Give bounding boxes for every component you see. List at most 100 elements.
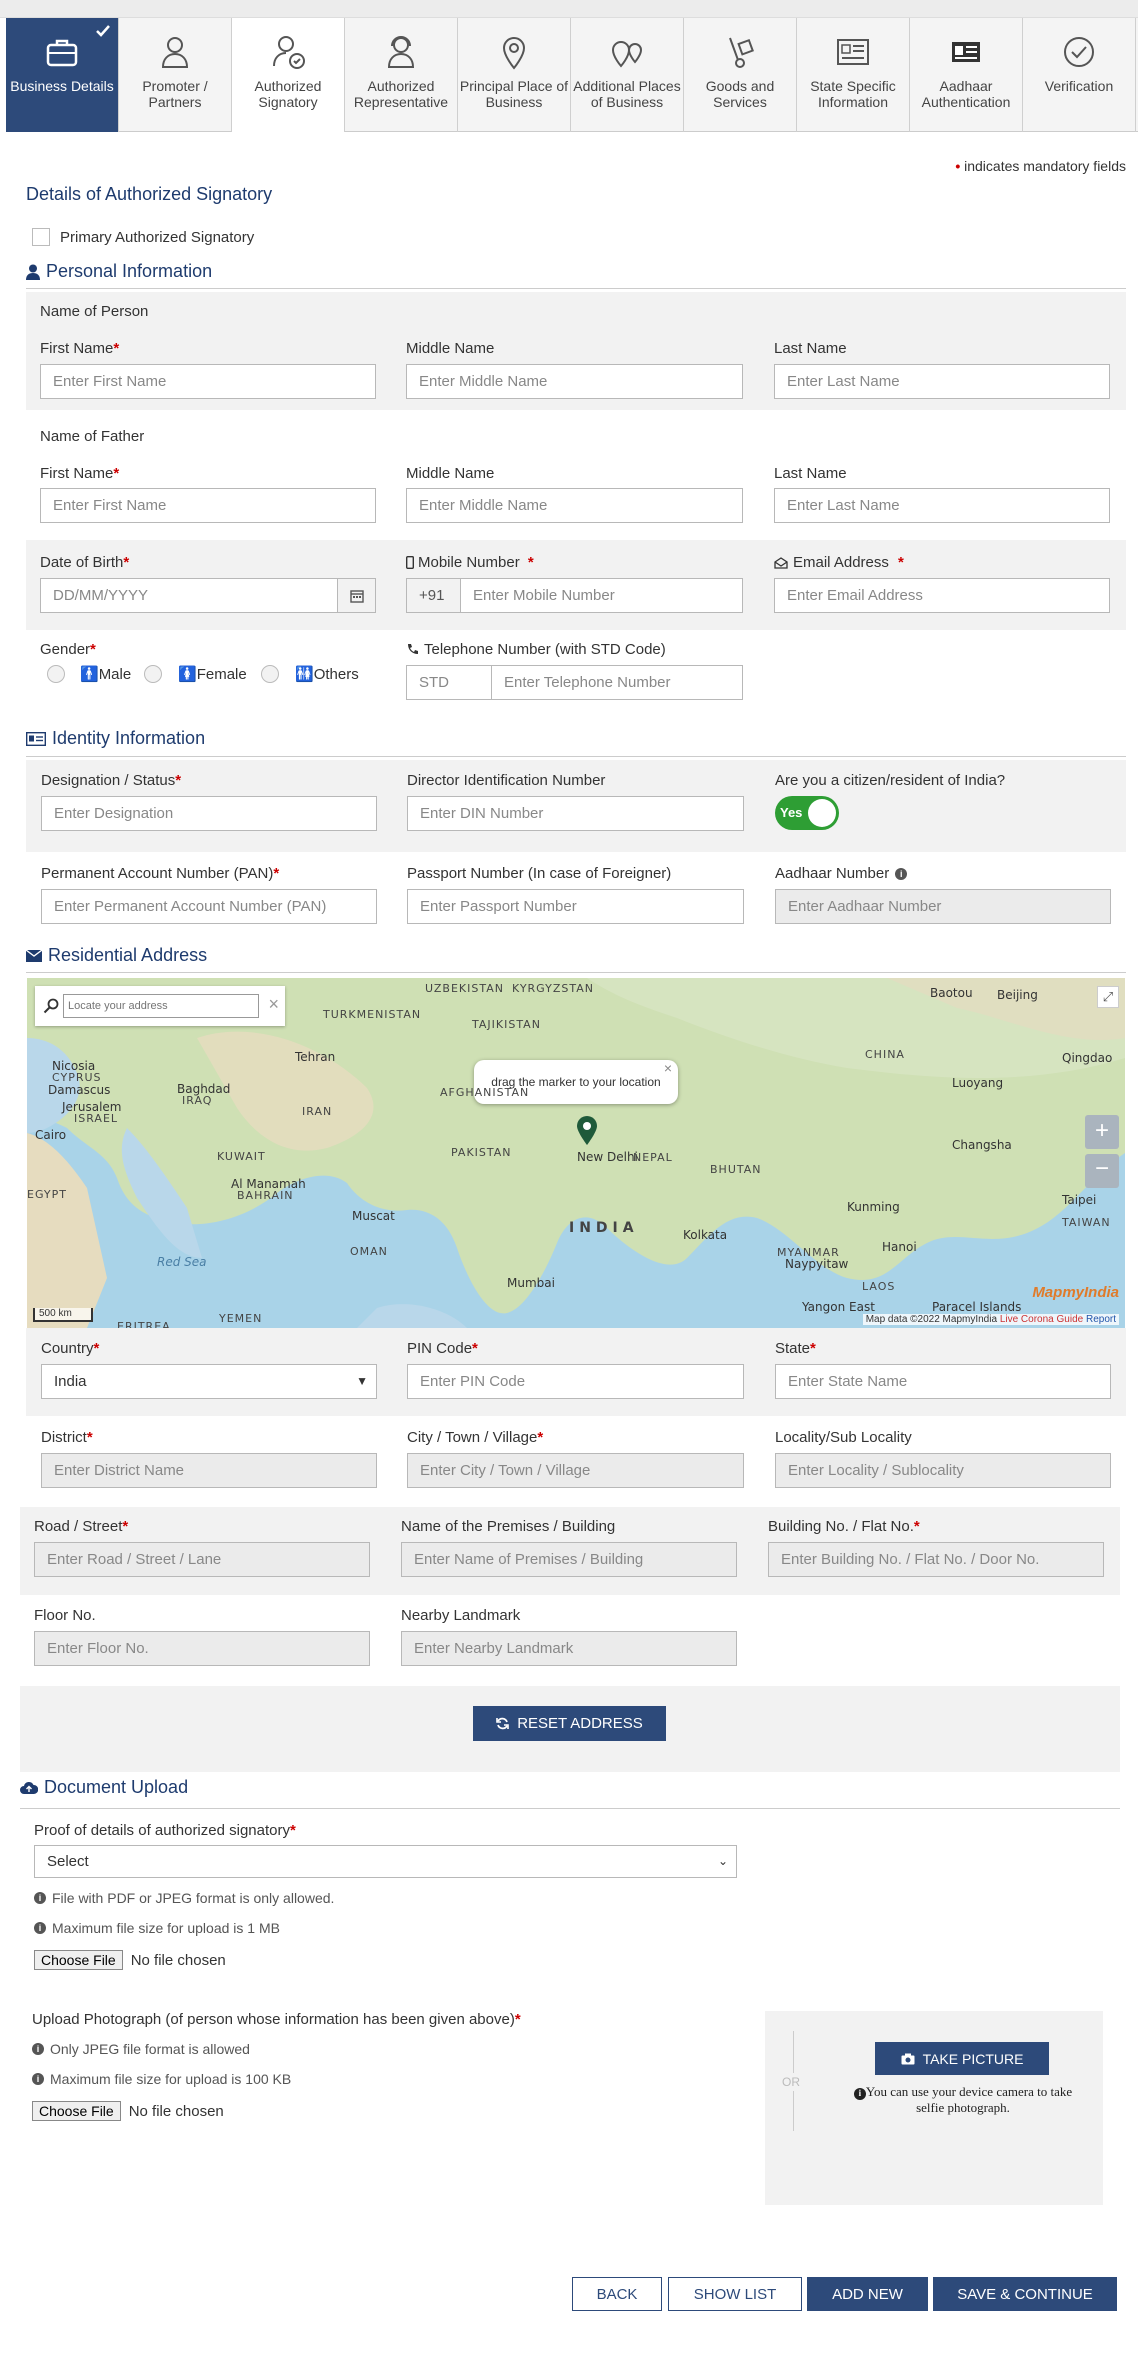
photo-file-input[interactable]: Choose File No file chosen bbox=[32, 2101, 224, 2121]
step-business-details[interactable]: Business Details bbox=[6, 18, 119, 132]
map-pin-icon bbox=[502, 37, 526, 70]
state-label: State* bbox=[775, 1340, 816, 1357]
father-middle-name-input[interactable]: Enter Middle Name bbox=[406, 488, 743, 523]
gender-others-radio[interactable] bbox=[261, 665, 279, 683]
map-place-label: Taipei bbox=[1062, 1193, 1097, 1207]
label-text: Upload Photograph (of person whose infor… bbox=[32, 2011, 515, 2028]
map-search-input[interactable] bbox=[63, 994, 259, 1018]
building-label: Building No. / Flat No.* bbox=[768, 1518, 920, 1535]
label-text: Aadhaar Number bbox=[775, 865, 890, 882]
step-aadhaar-auth[interactable]: Aadhaar Authentication bbox=[910, 18, 1023, 132]
mobile-input[interactable]: Enter Mobile Number bbox=[460, 578, 743, 613]
save-continue-button[interactable]: SAVE & CONTINUE bbox=[933, 2277, 1117, 2311]
label-text: Designation / Status bbox=[41, 772, 176, 789]
info-icon[interactable]: i bbox=[895, 867, 908, 880]
map-place-label: Red Sea bbox=[157, 1255, 207, 1269]
map-place-label: Luoyang bbox=[952, 1076, 1004, 1090]
map-place-label: Yangon East bbox=[802, 1300, 875, 1314]
clear-icon[interactable]: × bbox=[268, 994, 279, 1015]
step-label: Authorized Signatory bbox=[254, 78, 322, 110]
user-icon bbox=[26, 264, 40, 280]
step-authorized-signatory[interactable]: Authorized Signatory bbox=[232, 18, 345, 132]
locality-input: Enter Locality / Sublocality bbox=[775, 1453, 1111, 1488]
map-place-label: Qingdao bbox=[1062, 1051, 1113, 1065]
section-title: Document Upload bbox=[44, 1777, 189, 1797]
din-input[interactable]: Enter DIN Number bbox=[407, 796, 744, 831]
citizen-toggle[interactable]: Yes bbox=[775, 796, 839, 830]
map-place-label: PAKISTAN bbox=[451, 1146, 512, 1159]
zoom-in-button[interactable]: + bbox=[1085, 1115, 1119, 1149]
country-select[interactable]: India ▼ bbox=[41, 1364, 377, 1399]
middle-name-label: Middle Name bbox=[406, 340, 495, 357]
primary-signatory-checkbox[interactable] bbox=[32, 228, 50, 246]
corona-guide-link[interactable]: Live Corona Guide bbox=[1000, 1314, 1083, 1325]
choose-file-button[interactable]: Choose File bbox=[34, 1950, 123, 1970]
passport-input[interactable]: Enter Passport Number bbox=[407, 889, 744, 924]
std-code-input[interactable]: STD bbox=[406, 665, 492, 700]
divider bbox=[26, 756, 1126, 757]
step-goods-services[interactable]: Goods and Services bbox=[684, 18, 797, 132]
map-marker-icon[interactable] bbox=[575, 1114, 599, 1146]
proof-file-input[interactable]: Choose File No file chosen bbox=[34, 1950, 226, 1970]
photo-label: Upload Photograph (of person whose infor… bbox=[32, 2011, 521, 2028]
gender-female-radio[interactable] bbox=[144, 665, 162, 683]
pan-input[interactable]: Enter Permanent Account Number (PAN) bbox=[41, 889, 377, 924]
calendar-button[interactable] bbox=[337, 578, 376, 613]
choose-file-button[interactable]: Choose File bbox=[32, 2101, 121, 2121]
father-last-name-label: Last Name bbox=[774, 465, 847, 482]
pin-input[interactable]: Enter PIN Code bbox=[407, 1364, 744, 1399]
building-input: Enter Building No. / Flat No. / Door No. bbox=[768, 1542, 1104, 1577]
male-icon: 🚹 bbox=[80, 666, 99, 683]
document-upload-heading: Document Upload bbox=[20, 1777, 188, 1798]
step-authorized-representative[interactable]: Authorized Representative bbox=[345, 18, 458, 132]
middle-name-input[interactable]: Enter Middle Name bbox=[406, 364, 743, 399]
divider bbox=[26, 288, 1126, 289]
dob-input[interactable]: DD/MM/YYYY bbox=[40, 578, 338, 613]
step-additional-places[interactable]: Additional Places of Business bbox=[571, 18, 684, 132]
address-map[interactable]: × ⤢ + − drag the marker to your location… bbox=[27, 978, 1125, 1328]
designation-input[interactable]: Enter Designation bbox=[41, 796, 377, 831]
refresh-icon bbox=[496, 1717, 509, 1730]
label-text: Date of Birth bbox=[40, 554, 124, 571]
envelope-open-icon bbox=[774, 556, 788, 569]
zoom-out-button[interactable]: − bbox=[1085, 1154, 1119, 1188]
map-place-label: ERITREA bbox=[117, 1320, 171, 1328]
father-first-name-input[interactable]: Enter First Name bbox=[40, 488, 376, 523]
back-button[interactable]: BACK bbox=[572, 2277, 662, 2311]
mobile-phone-icon bbox=[406, 556, 414, 569]
gender-male-radio[interactable] bbox=[47, 665, 65, 683]
email-input[interactable]: Enter Email Address bbox=[774, 578, 1110, 613]
last-name-input[interactable]: Enter Last Name bbox=[774, 364, 1110, 399]
top-bar bbox=[0, 0, 1138, 18]
step-verification[interactable]: Verification bbox=[1023, 18, 1136, 132]
fullscreen-icon[interactable]: ⤢ bbox=[1097, 986, 1119, 1008]
premises-input: Enter Name of Premises / Building bbox=[401, 1542, 737, 1577]
state-input[interactable]: Enter State Name bbox=[775, 1364, 1111, 1399]
map-place-label: CHINA bbox=[865, 1048, 905, 1061]
close-icon[interactable]: × bbox=[664, 1046, 672, 1090]
reset-address-button[interactable]: RESET ADDRESS bbox=[473, 1706, 666, 1741]
first-name-input[interactable]: Enter First Name bbox=[40, 364, 376, 399]
name-of-person-label: Name of Person bbox=[40, 303, 149, 320]
take-picture-button[interactable]: TAKE PICTURE bbox=[875, 2042, 1049, 2075]
step-principal-place[interactable]: Principal Place of Business bbox=[458, 18, 571, 132]
info-text: File with PDF or JPEG format is only all… bbox=[52, 1890, 335, 1906]
proof-select[interactable]: Select ⌄ bbox=[34, 1845, 737, 1878]
primary-signatory-label: Primary Authorized Signatory bbox=[60, 229, 255, 246]
add-new-button[interactable]: ADD NEW bbox=[807, 2277, 928, 2311]
report-link[interactable]: Report bbox=[1086, 1314, 1116, 1325]
step-promoter-partners[interactable]: Promoter / Partners bbox=[119, 18, 232, 132]
step-label: Aadhaar Authentication bbox=[921, 78, 1011, 110]
others-icon: 🚻 bbox=[295, 666, 314, 683]
step-label: State Specific Information bbox=[810, 78, 896, 110]
district-input: Enter District Name bbox=[41, 1453, 377, 1488]
step-state-specific[interactable]: State Specific Information bbox=[797, 18, 910, 132]
map-place-label: KUWAIT bbox=[217, 1150, 266, 1163]
telephone-input[interactable]: Enter Telephone Number bbox=[491, 665, 743, 700]
note-text: You can use your device camera to take s… bbox=[865, 2084, 1073, 2115]
cloud-upload-icon bbox=[20, 1781, 38, 1794]
label-text: Permanent Account Number (PAN) bbox=[41, 865, 274, 882]
city-label: City / Town / Village* bbox=[407, 1429, 544, 1446]
show-list-button[interactable]: SHOW LIST bbox=[668, 2277, 802, 2311]
father-last-name-input[interactable]: Enter Last Name bbox=[774, 488, 1110, 523]
